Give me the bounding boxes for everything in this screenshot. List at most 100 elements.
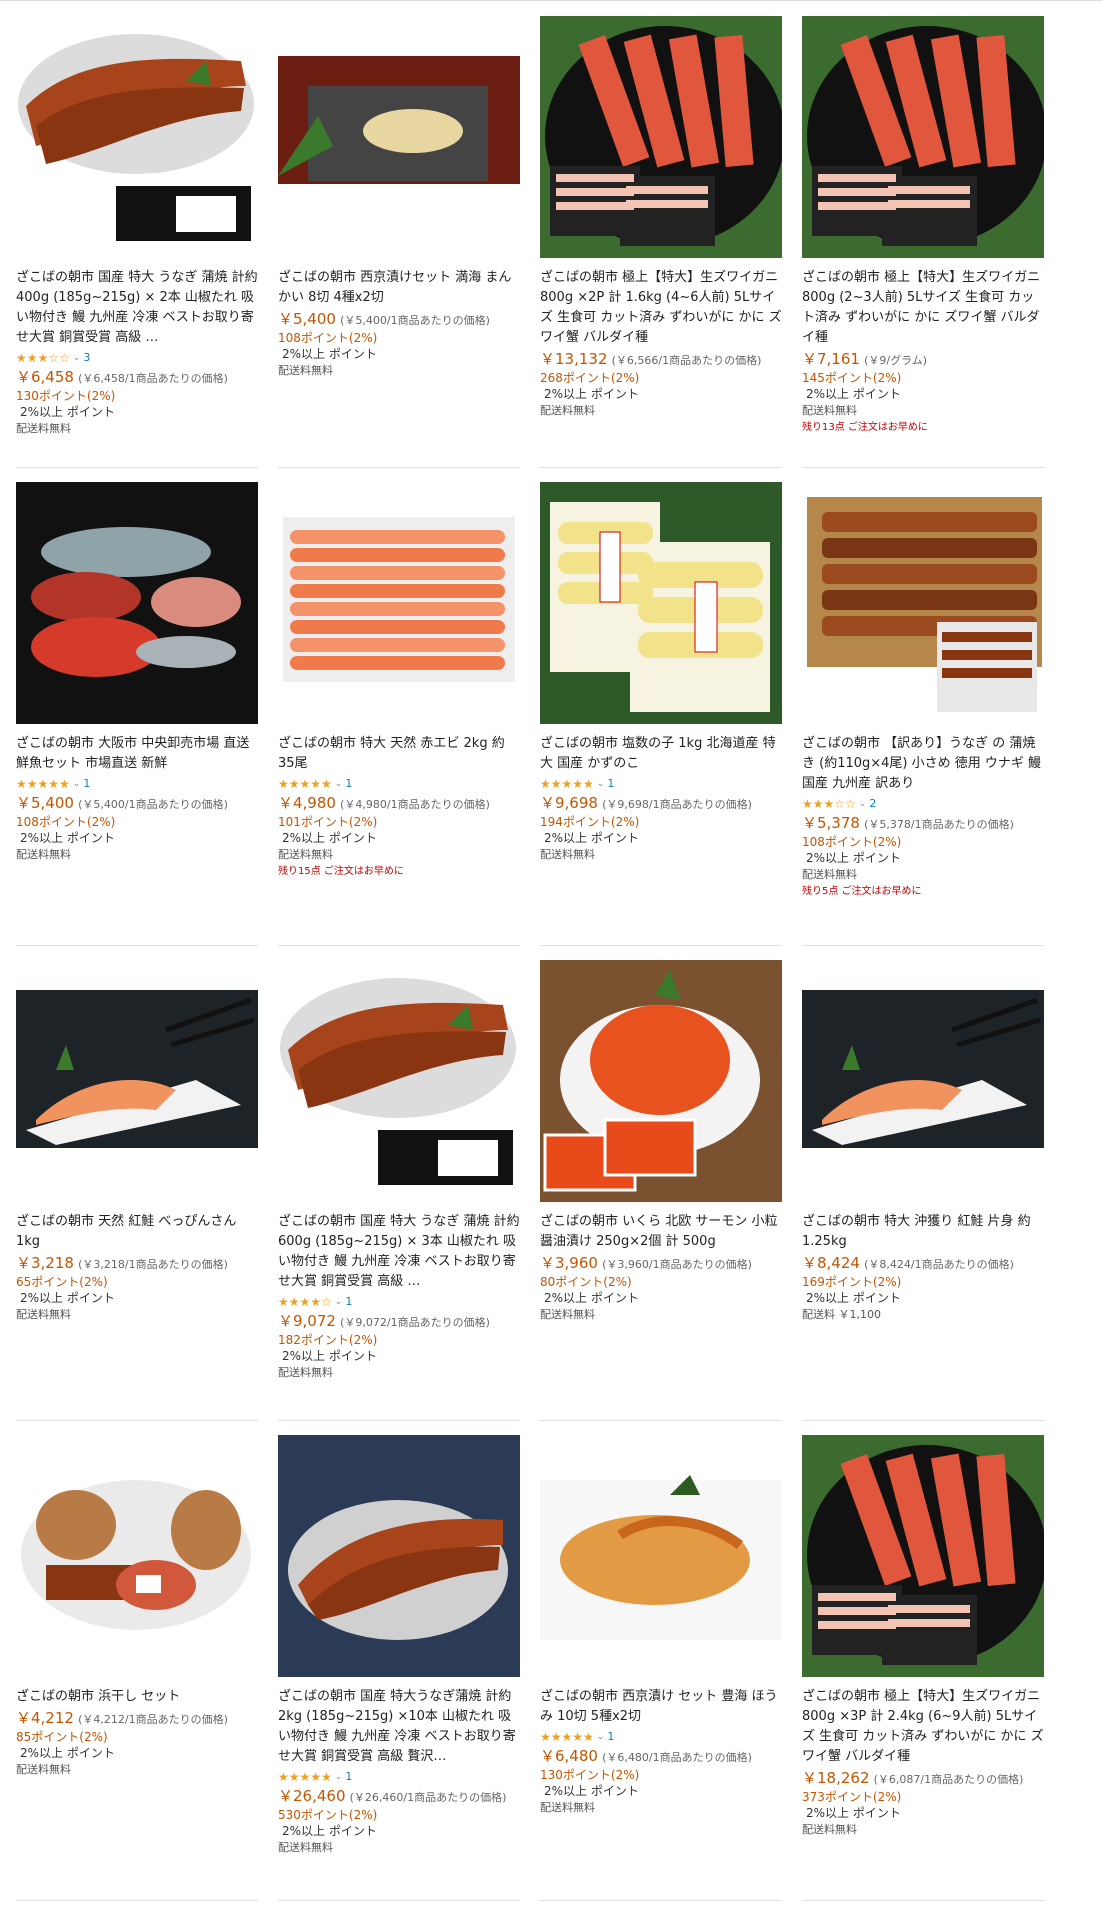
product-card[interactable]: ざこばの朝市 極上【特大】生ズワイガニ 800g ×3P 計 2.4kg (6~… xyxy=(802,1435,1044,1901)
product-title-link[interactable]: ざこばの朝市 浜干し セット xyxy=(16,1687,258,1707)
review-count-link[interactable]: 1 xyxy=(607,776,614,792)
product-title-link[interactable]: ざこばの朝市 極上【特大】生ズワイガニ 800g (2~3人前) 5Lサイズ 生… xyxy=(802,268,1044,348)
product-title-link[interactable]: ざこばの朝市 極上【特大】生ズワイガニ 800g ×2P 計 1.6kg (4~… xyxy=(540,268,782,348)
product-card[interactable]: ざこばの朝市 特大 沖獲り 紅鮭 片身 約1.25kg ￥8,424 (￥8,42… xyxy=(802,960,1044,1421)
product-image[interactable] xyxy=(278,482,520,724)
price[interactable]: ￥6,480 xyxy=(540,1747,598,1765)
product-title-link[interactable]: ざこばの朝市 特大 天然 赤エビ 2kg 約35尾 xyxy=(278,734,520,774)
rating-stars[interactable]: ★★★★★ ⌄ 1 xyxy=(278,1769,520,1785)
review-count-link[interactable]: 1 xyxy=(345,1294,352,1310)
product-image[interactable] xyxy=(16,482,258,724)
product-image[interactable] xyxy=(278,16,520,258)
points-percent: 2%以上 ポイント xyxy=(806,1291,901,1305)
product-title-link[interactable]: ざこばの朝市 いくら 北欧 サーモン 小粒 醤油漬け 250g×2個 計 500… xyxy=(540,1212,782,1252)
points-percent: 2%以上 ポイント xyxy=(20,1746,115,1760)
product-card[interactable]: ざこばの朝市 【訳あり】うなぎ の 蒲焼き (約110g×4尾) 小さめ 徳用 … xyxy=(802,482,1044,946)
product-image[interactable] xyxy=(540,960,782,1202)
chevron-down-icon[interactable]: ⌄ xyxy=(335,1294,343,1310)
product-card[interactable]: ざこばの朝市 いくら 北欧 サーモン 小粒 醤油漬け 250g×2個 計 500… xyxy=(540,960,782,1421)
product-card[interactable]: ざこばの朝市 大阪市 中央卸売市場 直送 鮮魚セット 市場直送 新鮮 ★★★★★ ⌄… xyxy=(16,482,258,946)
chevron-down-icon[interactable]: ⌄ xyxy=(597,776,605,792)
star-icons: ★★★☆☆ xyxy=(802,797,856,811)
review-count-link[interactable]: 2 xyxy=(869,796,876,812)
product-image[interactable] xyxy=(802,1435,1044,1677)
review-count-link[interactable]: 1 xyxy=(607,1729,614,1745)
price[interactable]: ￥5,400 xyxy=(16,794,74,812)
product-card[interactable]: ざこばの朝市 浜干し セット ￥4,212 (￥4,212/1商品あたりの価格) 8… xyxy=(16,1435,258,1901)
product-image[interactable] xyxy=(802,960,1044,1202)
product-card[interactable]: ざこばの朝市 極上【特大】生ズワイガニ 800g ×2P 計 1.6kg (4~… xyxy=(540,16,782,468)
product-title-link[interactable]: ざこばの朝市 大阪市 中央卸売市場 直送 鮮魚セット 市場直送 新鮮 xyxy=(16,734,258,774)
product-title-link[interactable]: ざこばの朝市 特大 沖獲り 紅鮭 片身 約1.25kg xyxy=(802,1212,1044,1252)
product-title-link[interactable]: ざこばの朝市 極上【特大】生ズワイガニ 800g ×3P 計 2.4kg (6~… xyxy=(802,1687,1044,1767)
price[interactable]: ￥26,460 xyxy=(278,1787,346,1805)
product-image[interactable] xyxy=(802,16,1044,258)
price[interactable]: ￥7,161 xyxy=(802,350,860,368)
product-card[interactable]: ざこばの朝市 西京漬けセット 満海 まんかい 8切 4種x2切 ￥5,400 (￥… xyxy=(278,16,520,468)
product-card[interactable]: ざこばの朝市 塩数の子 1kg 北海道産 特大 国産 かずのこ ★★★★★ ⌄ 1 ￥9… xyxy=(540,482,782,946)
price[interactable]: ￥13,132 xyxy=(540,350,608,368)
product-image[interactable] xyxy=(540,1435,782,1677)
product-title-link[interactable]: ざこばの朝市 西京漬け セット 豊海 ほうみ 10切 5種x2切 xyxy=(540,1687,782,1727)
rating-stars[interactable]: ★★★★★ ⌄ 1 xyxy=(278,776,520,792)
points: 108ポイント(2%) xyxy=(802,835,902,849)
price-line: ￥3,218 (￥3,218/1商品あたりの価格) xyxy=(16,1254,258,1274)
product-card[interactable]: ざこばの朝市 国産 特大うなぎ蒲焼 計約 2kg (185g~215g) ×10… xyxy=(278,1435,520,1901)
rating-stars[interactable]: ★★★★☆ ⌄ 1 xyxy=(278,1294,520,1310)
product-image[interactable] xyxy=(802,482,1044,724)
price-line: ￥13,132 (￥6,566/1商品あたりの価格) xyxy=(540,350,782,370)
price[interactable]: ￥5,400 xyxy=(278,310,336,328)
product-card[interactable]: ざこばの朝市 西京漬け セット 豊海 ほうみ 10切 5種x2切 ★★★★★ ⌄ 1 ￥… xyxy=(540,1435,782,1901)
chevron-down-icon[interactable]: ⌄ xyxy=(335,1769,343,1785)
product-image[interactable] xyxy=(16,16,258,258)
product-title-link[interactable]: ざこばの朝市 国産 特大うなぎ蒲焼 計約 2kg (185g~215g) ×10… xyxy=(278,1687,520,1767)
points-percent: 2%以上 ポイント xyxy=(806,1806,901,1820)
price[interactable]: ￥4,212 xyxy=(16,1709,74,1727)
points-percent: 2%以上 ポイント xyxy=(20,831,115,845)
rating-stars[interactable]: ★★★★★ ⌄ 1 xyxy=(16,776,258,792)
chevron-down-icon[interactable]: ⌄ xyxy=(597,1729,605,1745)
price[interactable]: ￥9,698 xyxy=(540,794,598,812)
price[interactable]: ￥6,458 xyxy=(16,368,74,386)
rating-stars[interactable]: ★★★☆☆ ⌄ 2 xyxy=(802,796,1044,812)
rating-stars[interactable]: ★★★☆☆ ⌄ 3 xyxy=(16,350,258,366)
chevron-down-icon[interactable]: ⌄ xyxy=(73,776,81,792)
chevron-down-icon[interactable]: ⌄ xyxy=(859,796,867,812)
product-card[interactable]: ざこばの朝市 天然 紅鮭 べっぴんさん 1kg ￥3,218 (￥3,218/1商… xyxy=(16,960,258,1421)
review-count-link[interactable]: 1 xyxy=(345,1769,352,1785)
unit-price: (￥5,400/1商品あたりの価格) xyxy=(340,314,490,327)
product-title-link[interactable]: ざこばの朝市 【訳あり】うなぎ の 蒲焼き (約110g×4尾) 小さめ 徳用 … xyxy=(802,734,1044,794)
product-image[interactable] xyxy=(540,16,782,258)
product-card[interactable]: ざこばの朝市 特大 天然 赤エビ 2kg 約35尾 ★★★★★ ⌄ 1 ￥4,980 (… xyxy=(278,482,520,946)
review-count-link[interactable]: 1 xyxy=(83,776,90,792)
chevron-down-icon[interactable]: ⌄ xyxy=(73,350,81,366)
chevron-down-icon[interactable]: ⌄ xyxy=(335,776,343,792)
review-count-link[interactable]: 3 xyxy=(83,350,90,366)
points-percent: 2%以上 ポイント xyxy=(806,851,901,865)
product-image[interactable] xyxy=(540,482,782,724)
rating-stars[interactable]: ★★★★★ ⌄ 1 xyxy=(540,776,782,792)
price[interactable]: ￥9,072 xyxy=(278,1312,336,1330)
product-card[interactable]: ざこばの朝市 国産 特大 うなぎ 蒲焼 計約 400g (185g~215g) … xyxy=(16,16,258,468)
price[interactable]: ￥5,378 xyxy=(802,814,860,832)
unit-price: (￥5,378/1商品あたりの価格) xyxy=(864,818,1014,831)
product-image[interactable] xyxy=(16,1435,258,1677)
product-image[interactable] xyxy=(278,1435,520,1677)
product-title-link[interactable]: ざこばの朝市 天然 紅鮭 べっぴんさん 1kg xyxy=(16,1212,258,1252)
product-card[interactable]: ざこばの朝市 極上【特大】生ズワイガニ 800g (2~3人前) 5Lサイズ 生… xyxy=(802,16,1044,468)
product-title-link[interactable]: ざこばの朝市 塩数の子 1kg 北海道産 特大 国産 かずのこ xyxy=(540,734,782,774)
product-title-link[interactable]: ざこばの朝市 西京漬けセット 満海 まんかい 8切 4種x2切 xyxy=(278,268,520,308)
product-image[interactable] xyxy=(278,960,520,1202)
price[interactable]: ￥3,960 xyxy=(540,1254,598,1272)
price[interactable]: ￥8,424 xyxy=(802,1254,860,1272)
unit-price: (￥3,960/1商品あたりの価格) xyxy=(602,1258,752,1271)
price[interactable]: ￥4,980 xyxy=(278,794,336,812)
rating-stars[interactable]: ★★★★★ ⌄ 1 xyxy=(540,1729,782,1745)
product-card[interactable]: ざこばの朝市 国産 特大 うなぎ 蒲焼 計約 600g (185g~215g) … xyxy=(278,960,520,1421)
price[interactable]: ￥18,262 xyxy=(802,1769,870,1787)
product-image[interactable] xyxy=(16,960,258,1202)
product-title-link[interactable]: ざこばの朝市 国産 特大 うなぎ 蒲焼 計約 600g (185g~215g) … xyxy=(278,1212,520,1292)
product-title-link[interactable]: ざこばの朝市 国産 特大 うなぎ 蒲焼 計約 400g (185g~215g) … xyxy=(16,268,258,348)
review-count-link[interactable]: 1 xyxy=(345,776,352,792)
price[interactable]: ￥3,218 xyxy=(16,1254,74,1272)
